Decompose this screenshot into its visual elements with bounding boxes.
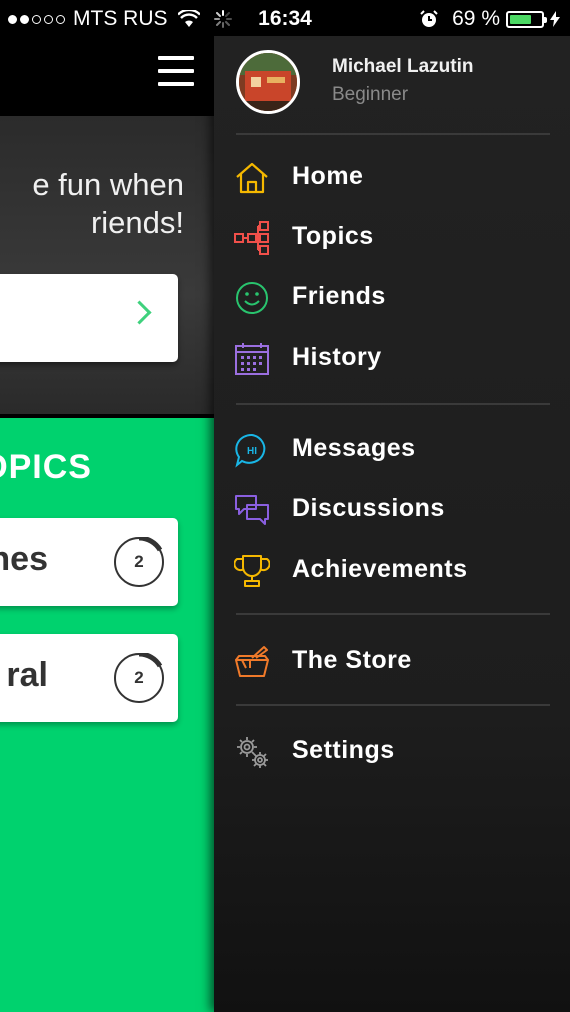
user-name: Michael Lazutin: [332, 56, 474, 77]
calendar-icon: [235, 343, 269, 375]
menu-item-label: Achievements: [292, 555, 468, 583]
svg-text:HI: HI: [247, 446, 257, 457]
menu-item-friends[interactable]: Friends: [214, 268, 570, 324]
menu-item-label: Friends: [292, 282, 386, 310]
discussion-bubbles-icon: [235, 495, 269, 525]
store-mortar-icon: [235, 646, 269, 677]
topic-count-badge: 2: [114, 653, 164, 703]
topics-section: OPICS nes 2 ral 2: [0, 418, 214, 1012]
avatar[interactable]: [236, 50, 300, 114]
profile-header[interactable]: Michael Lazutin Beginner: [214, 36, 570, 134]
promo-banner: e fun when riends!: [0, 116, 214, 414]
alarm-icon: [420, 10, 438, 27]
divider: [236, 613, 550, 615]
menu-item-messages[interactable]: HI Messages: [214, 420, 570, 476]
menu-item-history[interactable]: History: [214, 329, 570, 385]
topic-count-badge: 2: [114, 537, 164, 587]
battery-icon: [506, 10, 547, 28]
status-right: 69 %: [420, 7, 560, 31]
top-nav-bar: [0, 36, 214, 116]
battery-percent: 69 %: [452, 7, 500, 30]
topic-card[interactable]: ral 2: [0, 634, 178, 722]
menu-item-label: Home: [292, 162, 364, 190]
menu-item-label: Discussions: [292, 494, 445, 522]
menu-item-discussions[interactable]: Discussions: [214, 480, 570, 536]
charging-bolt-icon: [550, 11, 560, 27]
menu-item-label: Settings: [292, 736, 395, 764]
menu-item-label: Topics: [292, 222, 374, 250]
topics-heading: OPICS: [0, 448, 92, 486]
status-bar: MTS RUS 16:34 69 %: [0, 0, 570, 36]
trophy-icon: [234, 555, 270, 587]
menu-item-home[interactable]: Home: [214, 148, 570, 204]
chevron-right-icon: [127, 300, 152, 325]
promo-action-card[interactable]: [0, 274, 178, 362]
promo-text: e fun when riends!: [32, 167, 184, 240]
divider: [236, 133, 550, 135]
menu-item-label: Messages: [292, 434, 416, 462]
user-level: Beginner: [332, 84, 409, 105]
smiley-icon: [236, 282, 268, 314]
side-drawer-menu: Michael Lazutin Beginner Home Topics Fri…: [214, 36, 570, 1012]
home-icon: [236, 162, 268, 194]
menu-item-achievements[interactable]: Achievements: [214, 541, 570, 597]
topic-name: ral: [6, 656, 48, 694]
topics-tree-icon: [234, 221, 269, 255]
topic-name: nes: [0, 540, 48, 578]
divider: [236, 403, 550, 405]
menu-item-label: History: [292, 343, 382, 371]
main-content: e fun when riends! OPICS nes 2 ral 2: [0, 36, 214, 1012]
menu-item-the-store[interactable]: The Store: [214, 632, 570, 688]
divider: [236, 704, 550, 706]
topic-card[interactable]: nes 2: [0, 518, 178, 606]
chat-hi-icon: HI: [235, 433, 266, 468]
menu-item-settings[interactable]: Settings: [214, 722, 570, 778]
menu-item-topics[interactable]: Topics: [214, 208, 570, 264]
menu-item-label: The Store: [292, 646, 412, 674]
menu-hamburger-icon[interactable]: [158, 56, 194, 86]
gears-icon: [237, 737, 268, 768]
